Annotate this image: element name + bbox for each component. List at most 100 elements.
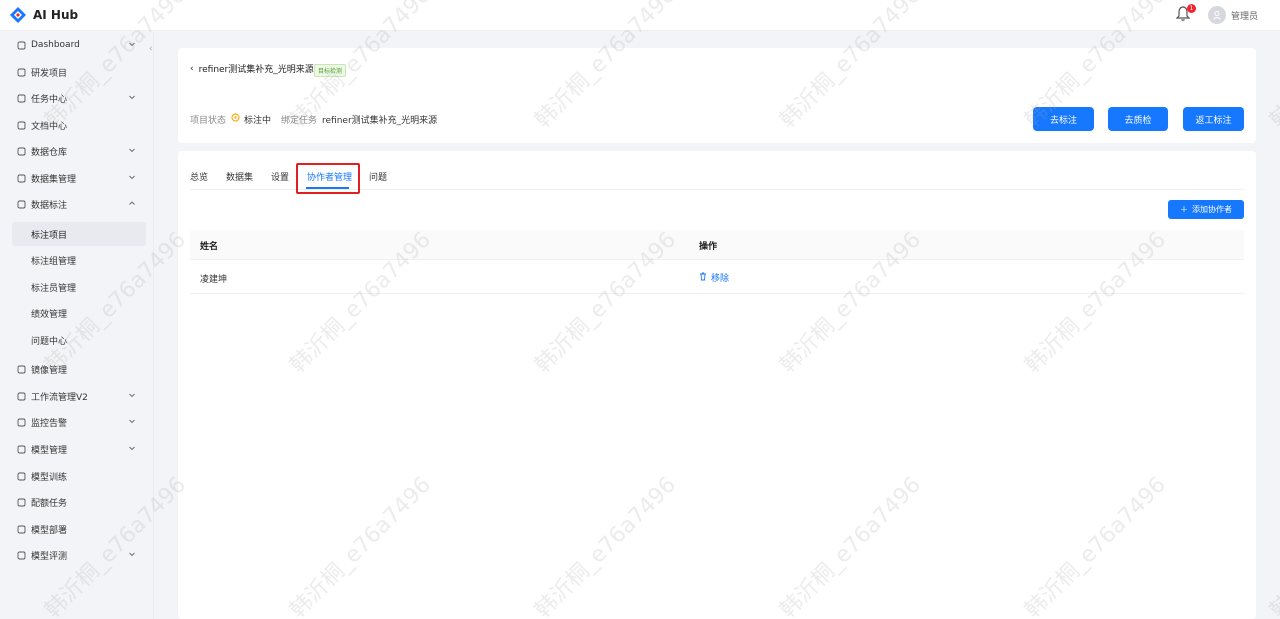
- sidebar-item-label: 模型训练: [31, 472, 68, 483]
- task-label: 绑定任务: [281, 116, 318, 126]
- sidebar-item-6[interactable]: 数据标注: [12, 192, 146, 216]
- task-value[interactable]: refiner测试集补充_光明来源: [322, 113, 437, 126]
- tab-issues[interactable]: 问题: [369, 170, 387, 183]
- sidebar-item-label: 研发项目: [31, 68, 68, 79]
- chart-icon: [16, 550, 26, 560]
- sidebar-item-label: 标注项目: [31, 230, 68, 241]
- watermark-text: 韩沂桐_e76a7496: [1265, 472, 1280, 619]
- status-value: 标注中: [244, 116, 272, 126]
- remove-collaborator-button[interactable]: 移除: [699, 271, 729, 284]
- sidebar-item-15[interactable]: 模型管理: [12, 437, 146, 461]
- sidebar-item-16[interactable]: 模型训练: [12, 464, 146, 488]
- sidebar-item-4[interactable]: 数据仓库: [12, 139, 146, 163]
- sidebar-item-label: 绩效管理: [31, 309, 68, 320]
- remove-label: 移除: [711, 274, 730, 284]
- sidebar-item-label: 问题中心: [31, 336, 68, 347]
- check-circle-icon: [16, 497, 26, 507]
- warning-icon: [16, 417, 26, 427]
- project-header-card: [178, 48, 1256, 143]
- sidebar-item-label: 工作流管理V2: [31, 392, 88, 403]
- chevron-down-icon: [128, 173, 136, 181]
- cluster-icon: [16, 471, 26, 481]
- plus-icon: ＋: [1180, 205, 1188, 214]
- chevron-down-icon: [128, 391, 136, 399]
- chevron-up-icon: [128, 199, 136, 207]
- sidebar-item-10[interactable]: 绩效管理: [12, 301, 146, 325]
- cube-icon: [16, 524, 26, 534]
- username[interactable]: 管理员: [1231, 9, 1258, 22]
- chevron-down-icon: [128, 146, 136, 154]
- tab-dataset[interactable]: 数据集: [226, 170, 253, 183]
- highlight-annotation-box: [296, 163, 360, 194]
- sidebar-item-9[interactable]: 标注员管理: [12, 275, 146, 299]
- sidebar-item-label: 模型评测: [31, 551, 68, 562]
- top-bar: AI Hub 1 管理员: [0, 0, 1280, 31]
- sidebar-item-label: 镜像管理: [31, 365, 68, 376]
- tab-settings[interactable]: 设置: [271, 170, 289, 183]
- status-label: 项目状态: [190, 116, 227, 126]
- sidebar-item-2[interactable]: 任务中心: [12, 86, 146, 110]
- sidebar-item-12[interactable]: 镜像管理: [12, 357, 146, 381]
- calendar-icon: [16, 93, 26, 103]
- chevron-down-icon: [128, 93, 136, 101]
- add-collaborator-label: 添加协作者: [1192, 205, 1232, 214]
- home-icon: [16, 146, 26, 156]
- sidebar-item-13[interactable]: 工作流管理V2: [12, 384, 146, 408]
- sidebar-item-label: 文档中心: [31, 121, 68, 132]
- annotate-button[interactable]: 去标注: [1033, 107, 1094, 131]
- app-logo[interactable]: AI Hub: [9, 6, 78, 24]
- notification-badge: 1: [1187, 4, 1196, 13]
- avatar[interactable]: [1208, 6, 1226, 24]
- dashboard-icon: [16, 40, 26, 50]
- chevron-down-icon: [128, 444, 136, 452]
- back-link[interactable]: ‹ refiner测试集补充_光明来源: [190, 62, 314, 76]
- sidebar-item-7[interactable]: 标注项目: [12, 222, 146, 246]
- qc-button[interactable]: 去质检: [1108, 107, 1168, 131]
- sidebar-item-label: 标注员管理: [31, 283, 77, 294]
- chevron-left-icon: ‹: [190, 63, 194, 74]
- collapse-sidebar-icon[interactable]: ‹: [149, 44, 157, 54]
- sidebar-item-label: 数据标注: [31, 200, 68, 211]
- sidebar-item-17[interactable]: 配额任务: [12, 490, 146, 514]
- trash-icon: [699, 272, 707, 284]
- sidebar-item-label: Dashboard: [31, 40, 80, 50]
- sidebar-item-label: 配额任务: [31, 498, 68, 509]
- workflow-icon: [16, 391, 26, 401]
- status-icon: [231, 113, 240, 125]
- column-header-action: 操作: [699, 242, 718, 252]
- project-title: refiner测试集补充_光明来源: [198, 65, 314, 75]
- project-type-tag: 目标检测: [314, 64, 347, 77]
- sidebar-item-label: 数据集管理: [31, 174, 77, 185]
- column-header-name: 姓名: [200, 242, 219, 252]
- main-card: [178, 151, 1256, 619]
- sidebar-item-label: 任务中心: [31, 94, 68, 105]
- app-name: AI Hub: [33, 8, 79, 22]
- sidebar-item-14[interactable]: 监控告警: [12, 410, 146, 434]
- docker-icon: [16, 364, 26, 374]
- brush-icon: [16, 199, 26, 209]
- sidebar-item-11[interactable]: 问题中心: [12, 328, 146, 352]
- model-icon: [16, 444, 26, 454]
- sidebar-item-1[interactable]: 研发项目: [12, 60, 146, 84]
- database-icon: [16, 173, 26, 183]
- sidebar-item-8[interactable]: 标注组管理: [12, 248, 146, 272]
- folder-icon: [16, 67, 26, 77]
- sidebar-item-5[interactable]: 数据集管理: [12, 166, 146, 190]
- sidebar-item-3[interactable]: 文档中心: [12, 113, 146, 137]
- sidebar-item-19[interactable]: 模型评测: [12, 543, 146, 567]
- collaborator-name: 凌建坤: [200, 275, 228, 285]
- tab-overview[interactable]: 总览: [190, 170, 208, 183]
- sidebar-item-0[interactable]: Dashboard: [12, 33, 146, 57]
- sidebar-item-label: 标注组管理: [31, 256, 77, 267]
- chevron-down-icon: [128, 417, 136, 425]
- logo-icon: [9, 6, 27, 24]
- document-icon: [16, 120, 26, 130]
- sidebar-item-label: 数据仓库: [31, 147, 68, 158]
- sidebar-item-label: 监控告警: [31, 418, 68, 429]
- sidebar-item-18[interactable]: 模型部署: [12, 517, 146, 541]
- sidebar-item-label: 模型部署: [31, 525, 68, 536]
- rework-button[interactable]: 返工标注: [1183, 107, 1244, 131]
- sidebar-item-label: 模型管理: [31, 445, 68, 456]
- add-collaborator-button[interactable]: ＋ 添加协作者: [1168, 200, 1244, 219]
- chevron-down-icon: [128, 40, 136, 48]
